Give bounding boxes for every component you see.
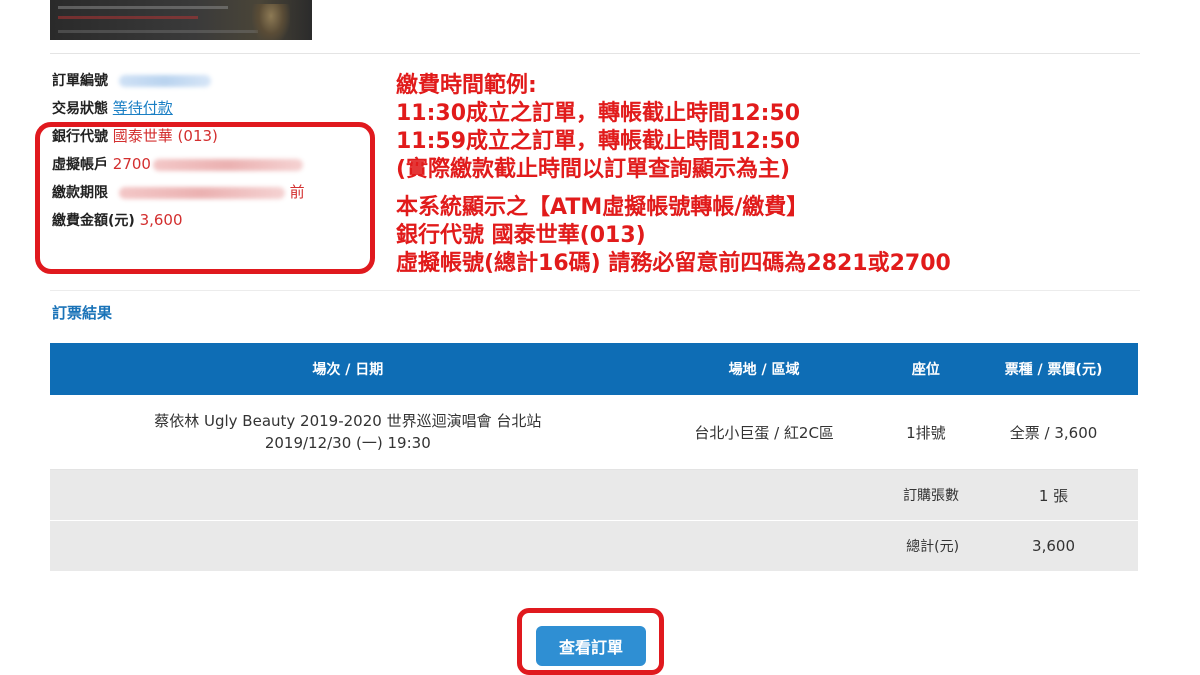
status-label: 交易狀態 [52, 101, 108, 117]
payment-annotation: 繳費時間範例: 11:30成立之訂單，轉帳截止時間12:50 11:59成立之訂… [396, 72, 951, 278]
show-datetime: 2019/12/30 (一) 19:30 [264, 434, 431, 452]
total-value: 3,600 [969, 520, 1138, 572]
annotation-line: (實際繳款截止時間以訂單查詢顯示為主) [396, 157, 791, 182]
total-row: 總計(元) 3,600 [50, 520, 1138, 572]
quantity-value: 1 張 [969, 469, 1138, 521]
quantity-label: 訂購張數 [50, 469, 970, 521]
divider [50, 53, 1140, 54]
status-value[interactable]: 等待付款 [113, 99, 173, 117]
annotation-line: 11:30成立之訂單，轉帳截止時間12:50 [396, 101, 801, 126]
show-title: 蔡依林 Ugly Beauty 2019-2020 世界巡迴演唱會 台北站 [154, 412, 542, 430]
ticket-cell: 全票 / 3,600 [969, 395, 1138, 470]
annotation-line: 銀行代號 國泰世華(013) [396, 223, 646, 248]
seat-cell: 1排號 [882, 395, 970, 470]
order-no-label: 訂單編號 [52, 73, 108, 89]
column-header-seat: 座位 [882, 343, 970, 395]
event-banner-image [50, 0, 312, 40]
annotation-line: 繳費時間範例: [396, 73, 537, 98]
quantity-row: 訂購張數 1 張 [50, 469, 1138, 521]
section-title: 訂票結果 [52, 304, 113, 322]
order-no-value-redacted [118, 74, 211, 87]
booking-result-table: 場次 / 日期 場地 / 區域 座位 票種 / 票價(元) 蔡依林 Ugly B… [50, 343, 1138, 572]
order-no-row: 訂單編號 [52, 66, 382, 94]
annotation-line: 本系統顯示之【ATM虛擬帳號轉帳/繳費】 [396, 195, 809, 220]
view-order-button[interactable]: 查看訂單 [536, 626, 646, 666]
total-label: 總計(元) [50, 520, 970, 572]
column-header-venue: 場地 / 區域 [645, 343, 883, 395]
show-cell: 蔡依林 Ugly Beauty 2019-2020 世界巡迴演唱會 台北站 20… [50, 395, 646, 470]
column-header-ticket: 票種 / 票價(元) [969, 343, 1138, 395]
payment-info-highlight-box [35, 122, 375, 274]
divider [50, 290, 1140, 291]
annotation-line: 虛擬帳號(總計16碼) 請務必留意前四碼為2821或2700 [396, 251, 951, 276]
table-header-row: 場次 / 日期 場地 / 區域 座位 票種 / 票價(元) [50, 343, 1138, 395]
table-row: 蔡依林 Ugly Beauty 2019-2020 世界巡迴演唱會 台北站 20… [50, 395, 1138, 470]
venue-cell: 台北小巨蛋 / 紅2C區 [645, 395, 883, 470]
status-row: 交易狀態 等待付款 [52, 94, 382, 122]
annotation-line: 11:59成立之訂單，轉帳截止時間12:50 [396, 129, 801, 154]
column-header-show: 場次 / 日期 [50, 343, 646, 395]
